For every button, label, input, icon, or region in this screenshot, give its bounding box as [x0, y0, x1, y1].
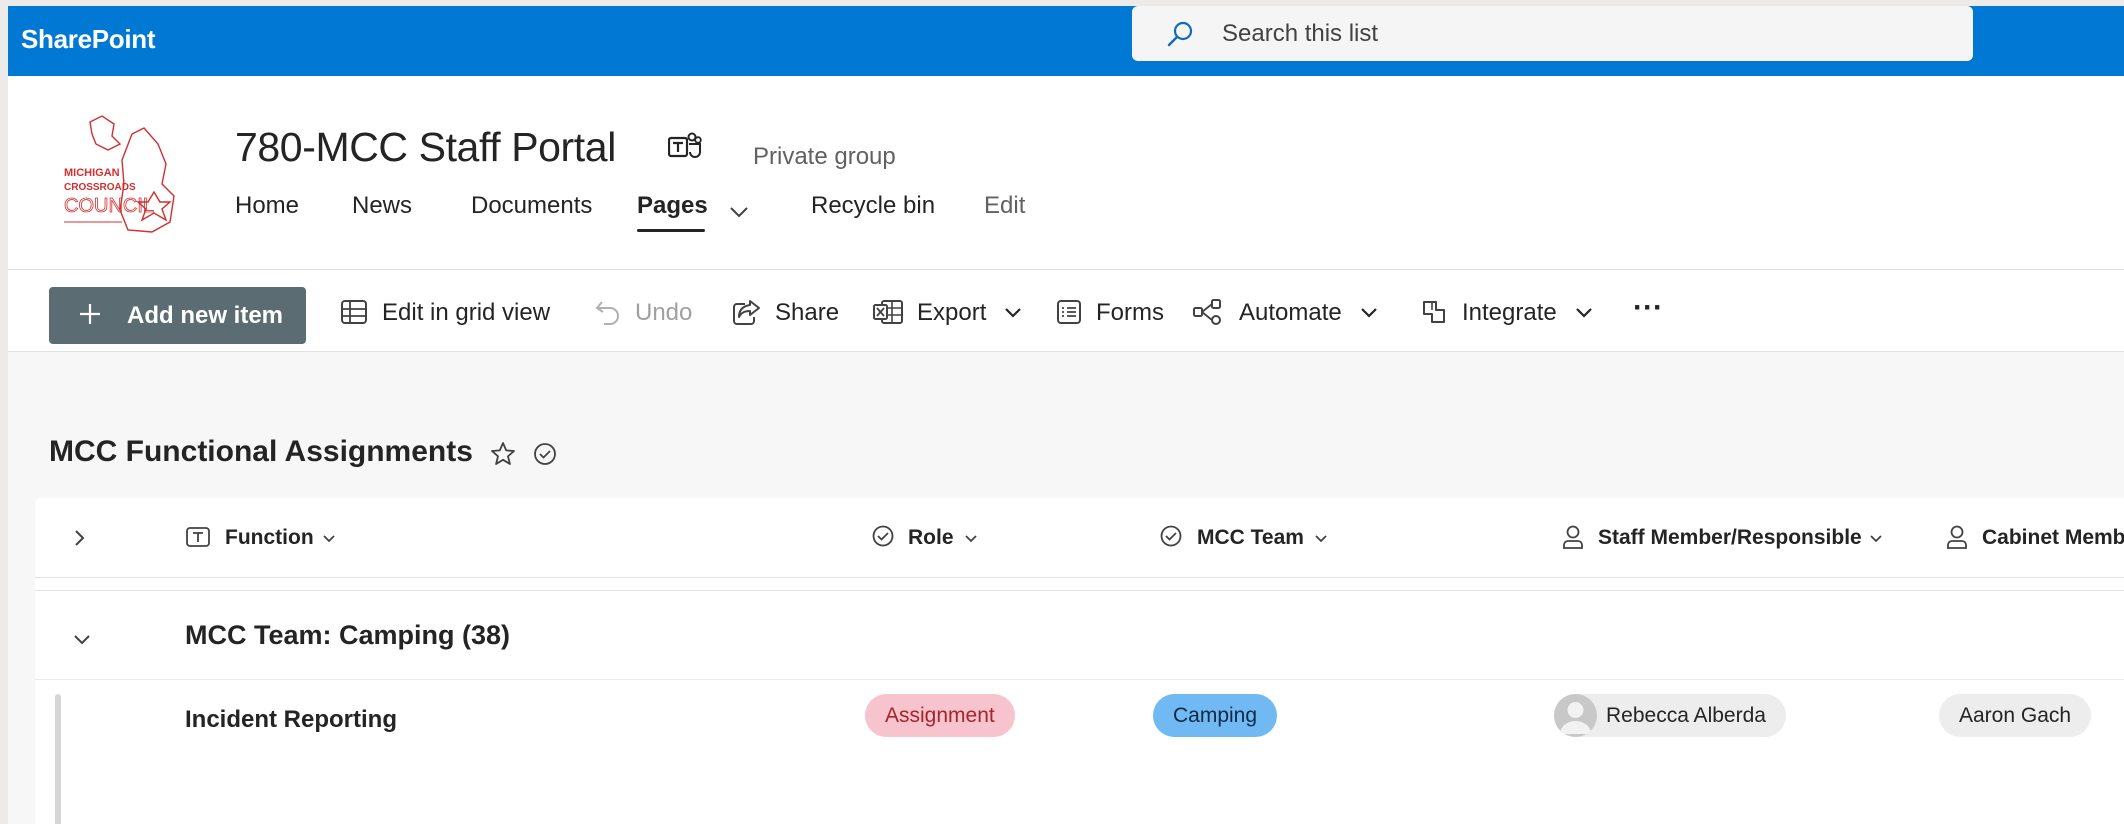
app-brand[interactable]: SharePoint [21, 24, 156, 55]
row-selection-bar [55, 694, 61, 824]
group-header[interactable]: MCC Team: Camping (38) [35, 592, 2124, 680]
role-pill: Assignment [865, 694, 1015, 737]
collapse-group-icon[interactable] [73, 634, 91, 646]
site-logo[interactable]: MICHIGAN CROSSROADS COUNCIL [62, 114, 192, 236]
persona-staff-name: Rebecca Alberda [1606, 704, 1766, 727]
share-icon [733, 300, 760, 325]
chevron-down-icon[interactable] [728, 205, 750, 219]
export-chevron-icon[interactable] [1004, 307, 1022, 319]
automate-chevron-icon[interactable] [1360, 307, 1378, 319]
team-pill: Camping [1153, 694, 1278, 737]
logo-text-2: CROSSROADS [64, 182, 136, 193]
command-bar: Add new item Edit in grid view Undo Shar… [8, 271, 2124, 351]
undo-button[interactable]: Undo [635, 299, 692, 327]
cell-function[interactable]: Incident Reporting [185, 706, 397, 734]
privacy-label: Private group [753, 143, 896, 170]
chevron-down-icon[interactable] [1314, 534, 1328, 544]
add-new-item-button[interactable]: Add new item [49, 287, 306, 344]
nav-pages[interactable]: Pages [637, 192, 708, 220]
choice-check-icon [872, 525, 894, 547]
header-separator [35, 590, 2124, 591]
persona-staff[interactable]: Rebecca Alberda [1554, 694, 1786, 737]
column-cabinet-member[interactable]: Cabinet Memb [1982, 526, 2124, 550]
text-field-icon [186, 527, 210, 547]
check-circle-icon[interactable] [533, 442, 557, 466]
column-role[interactable]: Role [908, 526, 954, 550]
header-divider [8, 269, 2124, 270]
star-icon[interactable] [489, 440, 517, 468]
excel-icon [873, 300, 903, 324]
logo-text-3: COUNCIL [64, 195, 154, 217]
column-function[interactable]: Function [225, 526, 314, 550]
list-view: Function Role MCC Team Staff Member/Resp… [35, 498, 2124, 824]
nav-news[interactable]: News [352, 192, 412, 220]
logo-text-1: MICHIGAN [64, 167, 120, 179]
plus-icon [80, 304, 100, 324]
table-row[interactable]: Incident Reporting Assignment Camping Re… [35, 680, 2124, 824]
chevron-down-icon[interactable] [322, 534, 336, 544]
list-title[interactable]: MCC Functional Assignments [49, 435, 473, 469]
grid-icon [341, 300, 367, 324]
search-box[interactable] [1132, 6, 1973, 61]
suite-bar: SharePoint [8, 6, 2124, 76]
nav-recycle-bin[interactable]: Recycle bin [811, 192, 935, 220]
column-header-row: Function Role MCC Team Staff Member/Resp… [35, 498, 2124, 578]
list-canvas: MCC Functional Assignments Function Role… [8, 352, 2124, 824]
site-title[interactable]: 780-MCC Staff Portal [235, 124, 616, 171]
persona-cabinet[interactable]: Aaron Gach [1939, 694, 2092, 737]
add-new-item-label: Add new item [127, 302, 284, 329]
chevron-down-icon[interactable] [1869, 534, 1883, 544]
forms-icon [1057, 300, 1081, 324]
integrate-button[interactable]: Integrate [1462, 299, 1557, 327]
integrate-icon [1423, 301, 1445, 323]
avatar [1554, 694, 1597, 737]
undo-icon [595, 301, 619, 325]
integrate-chevron-icon[interactable] [1575, 307, 1593, 319]
chevron-down-icon[interactable] [964, 534, 978, 544]
column-mcc-team[interactable]: MCC Team [1197, 526, 1304, 550]
column-staff-member[interactable]: Staff Member/Responsible [1598, 526, 1862, 550]
expand-all-icon[interactable] [73, 528, 87, 548]
forms-button[interactable]: Forms [1096, 299, 1164, 327]
group-title: MCC Team: Camping (38) [185, 620, 511, 650]
automate-button[interactable]: Automate [1239, 299, 1342, 327]
nav-active-indicator [637, 229, 705, 232]
person-icon [1563, 525, 1583, 549]
nav-home[interactable]: Home [235, 192, 299, 220]
persona-cabinet-name: Aaron Gach [1959, 704, 2072, 727]
automate-icon [1193, 299, 1221, 325]
more-options-button[interactable]: ··· [1633, 291, 1663, 325]
nav-edit[interactable]: Edit [984, 192, 1025, 220]
search-input[interactable] [1222, 16, 1922, 52]
nav-documents[interactable]: Documents [471, 192, 592, 220]
person-icon [1947, 525, 1967, 549]
choice-check-icon [1160, 525, 1182, 547]
sharepoint-window: SharePoint MICHIGAN CROSSROADS COUNCIL 7… [8, 6, 2124, 824]
share-button[interactable]: Share [775, 299, 839, 327]
edit-grid-view-button[interactable]: Edit in grid view [382, 299, 550, 327]
search-icon [1167, 21, 1193, 47]
export-button[interactable]: Export [917, 299, 986, 327]
teams-icon[interactable] [667, 132, 702, 167]
